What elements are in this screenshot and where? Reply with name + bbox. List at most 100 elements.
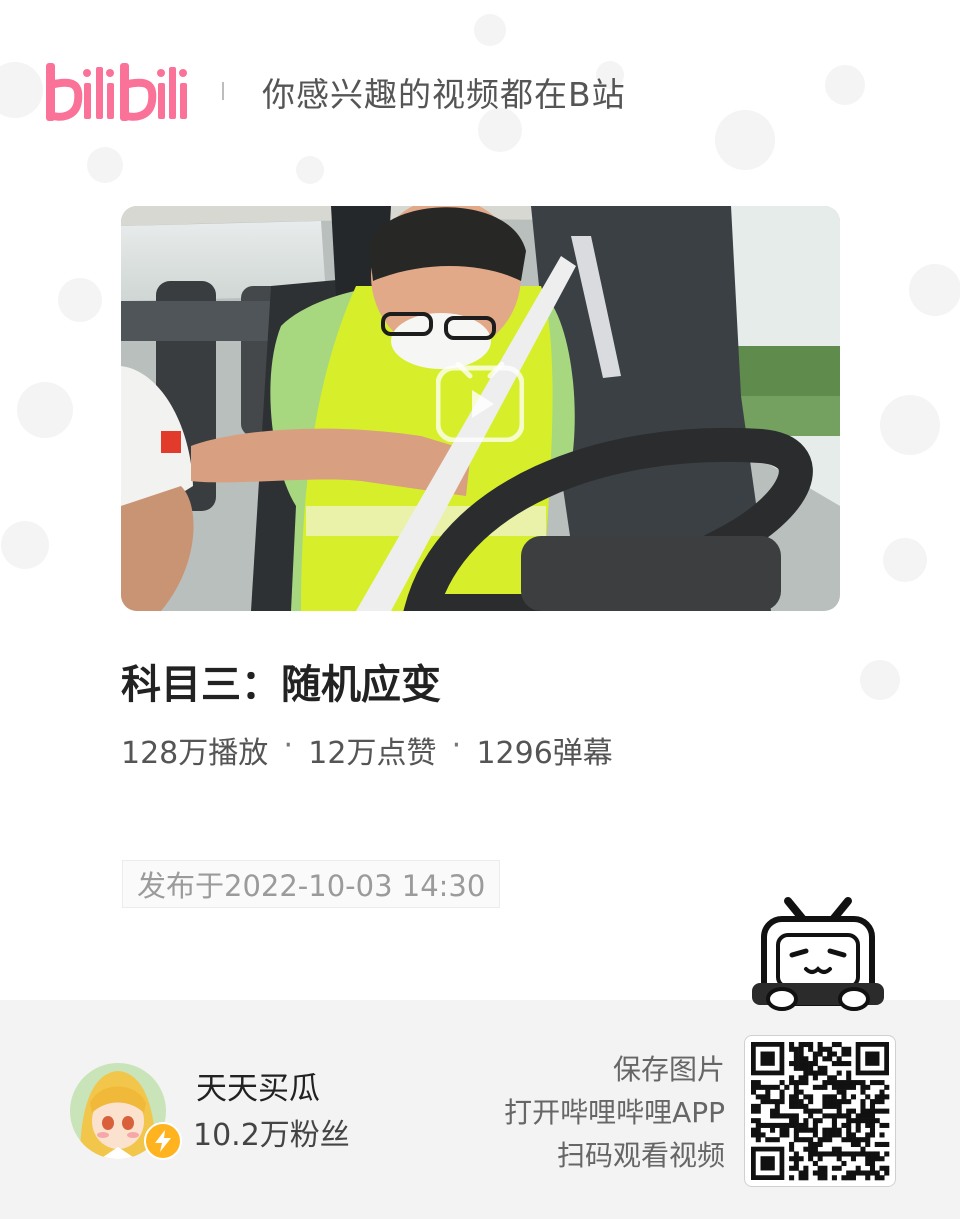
qr-module: [793, 1099, 799, 1105]
qr-module: [755, 1132, 761, 1138]
qr-module: [817, 1108, 823, 1114]
qr-module: [827, 1094, 833, 1100]
qr-module: [884, 1108, 890, 1114]
qr-module: [841, 1122, 847, 1128]
qr-module: [879, 1080, 885, 1086]
separator-dot: ·: [283, 728, 294, 763]
qr-module: [803, 1061, 809, 1067]
qr-module: [846, 1051, 852, 1057]
qr-module: [850, 1080, 856, 1086]
qr-module: [803, 1122, 809, 1128]
qr-module: [846, 1046, 852, 1052]
qr-module: [803, 1118, 809, 1124]
qr-module: [789, 1146, 795, 1152]
qr-module: [793, 1122, 799, 1128]
cta-scan-watch: 扫码观看视频: [556, 1139, 725, 1172]
qr-module: [822, 1132, 828, 1138]
qr-module: [836, 1151, 842, 1157]
qr-module: [865, 1113, 871, 1119]
qr-module: [808, 1137, 814, 1143]
qr-module: [879, 1089, 885, 1095]
publish-date: 发布于2022-10-03 14:30: [137, 869, 486, 903]
qr-module: [846, 1118, 852, 1124]
qr-module: [831, 1146, 837, 1152]
qr-module: [836, 1084, 842, 1090]
bilibili-logo[interactable]: [44, 55, 189, 125]
qr-module: [850, 1118, 856, 1124]
qr-module: [793, 1051, 799, 1057]
qr-finder-square: [760, 1051, 775, 1066]
qr-module: [755, 1094, 761, 1100]
qr-module: [869, 1103, 876, 1109]
qr-module: [874, 1094, 880, 1100]
qr-module: [836, 1108, 842, 1114]
qr-module: [827, 1151, 833, 1157]
qr-module: [836, 1042, 842, 1048]
qr-module: [865, 1170, 871, 1176]
qr-module: [822, 1099, 828, 1105]
qr-module: [865, 1175, 871, 1181]
qr-code[interactable]: [744, 1035, 896, 1187]
qr-module: [855, 1141, 861, 1147]
qr-module: [827, 1075, 833, 1081]
qr-module: [817, 1165, 823, 1171]
qr-module: [808, 1042, 814, 1048]
qr-module: [770, 1108, 776, 1114]
qr-module: [770, 1099, 776, 1105]
qr-module: [846, 1061, 852, 1067]
header-divider: [222, 82, 224, 100]
qr-module: [865, 1094, 871, 1100]
qr-module: [808, 1108, 814, 1114]
qr-module: [822, 1080, 828, 1086]
qr-module: [798, 1137, 804, 1143]
qr-module: [793, 1056, 799, 1062]
qr-module: [812, 1108, 818, 1114]
qr-module: [831, 1132, 837, 1138]
qr-module: [812, 1160, 818, 1167]
qr-module: [884, 1165, 890, 1171]
qr-module: [869, 1122, 876, 1128]
qr-module: [755, 1118, 761, 1124]
qr-module: [841, 1080, 847, 1086]
qr-module: [751, 1127, 757, 1133]
qr-module: [860, 1089, 866, 1095]
lightning-bolt-icon: [144, 1122, 182, 1160]
qr-module: [831, 1175, 837, 1181]
qr-module: [841, 1089, 847, 1095]
qr-module: [770, 1122, 776, 1128]
qr-module: [836, 1103, 842, 1109]
qr-module: [869, 1108, 876, 1114]
qr-module: [822, 1113, 828, 1119]
qr-module: [808, 1156, 814, 1162]
qr-module: [855, 1137, 861, 1143]
qr-module: [803, 1065, 809, 1071]
cta-save-image: 保存图片: [612, 1053, 725, 1086]
qr-module: [884, 1094, 890, 1100]
qr-module: [827, 1056, 833, 1062]
qr-instructions: 保存图片 打开哔哩哔哩APP 扫码观看视频: [504, 1048, 725, 1177]
qr-module: [770, 1127, 776, 1133]
qr-module: [822, 1137, 828, 1143]
qr-module: [827, 1127, 833, 1133]
qr-module: [755, 1137, 761, 1143]
qr-module: [865, 1151, 871, 1157]
qr-module: [793, 1160, 799, 1167]
qr-module: [751, 1103, 757, 1109]
qr-module: [793, 1084, 799, 1090]
qr-module: [812, 1170, 818, 1176]
play-icon[interactable]: [436, 362, 524, 442]
author-name[interactable]: 天天买瓜: [196, 1063, 320, 1108]
qr-module: [798, 1170, 804, 1176]
qr-module: [841, 1160, 847, 1167]
qr-module: [874, 1170, 880, 1176]
qr-module: [803, 1075, 809, 1081]
qr-module: [812, 1146, 818, 1152]
qr-module: [855, 1170, 861, 1176]
qr-module: [812, 1051, 818, 1057]
qr-module: [836, 1099, 842, 1105]
qr-module: [798, 1046, 804, 1052]
qr-module: [884, 1122, 890, 1128]
qr-module: [860, 1170, 866, 1176]
qr-module: [808, 1065, 814, 1071]
qr-module: [793, 1061, 799, 1067]
